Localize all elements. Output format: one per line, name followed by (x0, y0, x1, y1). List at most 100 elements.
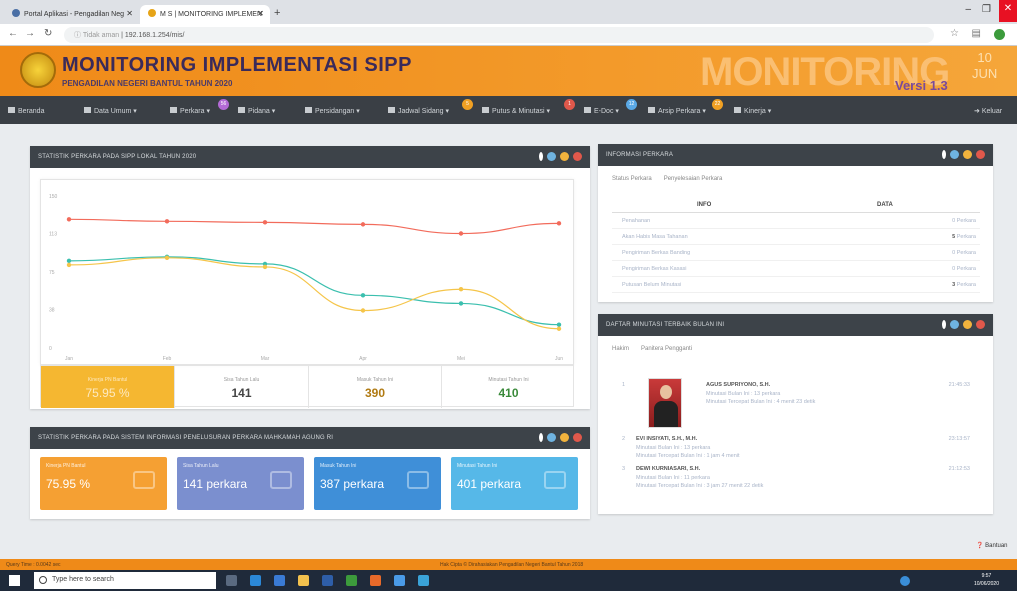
calendar-icon (305, 107, 312, 113)
info-icon[interactable] (942, 320, 946, 329)
info-icon[interactable] (539, 433, 543, 442)
refresh-icon[interactable] (547, 433, 556, 442)
menu-item-jadwal-sidang[interactable]: Jadwal Sidang ▾ (388, 107, 449, 115)
card-label: Kinerja PN Bantul (46, 463, 86, 469)
taskbar-clock[interactable]: 9:57 10/06/2020 (974, 572, 999, 588)
list-item[interactable]: 3 DEWI KURNIASARI, S.H. Minutasi Bulan I… (612, 466, 980, 494)
help-button[interactable]: ❓ Bantuan (976, 542, 1008, 549)
row-value: 0 Perkara (952, 266, 976, 272)
menu-item-beranda[interactable]: Beranda (8, 107, 44, 115)
browser-tab[interactable]: Portal Aplikasi - Pengadilan Neg ✕ (4, 5, 139, 24)
menu-item-persidangan[interactable]: Persidangan ▾ (305, 107, 360, 115)
network-icon[interactable] (900, 576, 910, 586)
info-icon[interactable] (942, 150, 946, 159)
row-unit: 0 Perkara (952, 250, 976, 256)
query-time: Query Time : 0.0042 sec (6, 562, 61, 568)
menu-label: Beranda (18, 108, 45, 115)
table-row[interactable]: Pengiriman Berkas Banding 0 Perkara (612, 245, 980, 261)
menu-badge: 1 (564, 99, 575, 110)
list-item[interactable]: 2 EVI INSIYATI, S.H., M.H. Minutasi Bula… (612, 436, 980, 464)
refresh-icon[interactable] (547, 152, 556, 161)
firefox-icon[interactable] (370, 575, 381, 586)
close-tab-icon[interactable]: ✕ (257, 9, 264, 18)
close-tab-icon[interactable]: ✕ (126, 9, 133, 18)
word-icon[interactable] (322, 575, 333, 586)
archive-icon (648, 107, 655, 113)
court-logo (20, 52, 56, 88)
app-icon[interactable] (418, 575, 429, 586)
data-point (262, 220, 268, 225)
data-point (458, 231, 464, 236)
close-icon[interactable] (976, 150, 985, 159)
close-icon[interactable] (976, 320, 985, 329)
taskbar-search-input[interactable]: Type here to search (34, 572, 216, 589)
data-point (360, 222, 366, 227)
menu-item-kinerja[interactable]: Kinerja ▾ (734, 107, 771, 115)
stat-label: Sisa Tahun Lalu (223, 377, 260, 383)
close-icon[interactable] (573, 152, 582, 161)
tab-hakim[interactable]: Hakim (612, 346, 629, 352)
row-value: 0 Perkara (952, 250, 976, 256)
collapse-icon[interactable] (560, 433, 569, 442)
url-input[interactable]: ⓘ Tidak aman | 192.168.1.254/mis/ (64, 27, 934, 43)
chrome-icon[interactable] (394, 575, 405, 586)
table-row[interactable]: Pengiriman Berkas Kasasi 0 Perkara (612, 261, 980, 277)
new-tab-icon[interactable]: + (274, 7, 280, 19)
back-icon[interactable]: ← (8, 28, 18, 39)
collapse-icon[interactable] (963, 320, 972, 329)
browser-tab-active[interactable]: M S | MONITORING IMPLEMEN ✕ (140, 5, 270, 24)
table-row[interactable]: Putusan Belum Minutasi 3 Perkara (612, 277, 980, 293)
menu-item-arsip-perkara[interactable]: Arsip Perkara ▾ (648, 107, 706, 115)
panel-header: INFORMASI PERKARA (598, 144, 993, 166)
menu-item-pidana[interactable]: Pidana ▾ (238, 107, 275, 115)
panel-minutasi-terbaik: DAFTAR MINUTASI TERBAIK BULAN INI Hakim P… (598, 314, 993, 514)
tab-panitera-pengganti[interactable]: Panitera Pengganti (641, 346, 692, 352)
collapse-icon[interactable] (963, 150, 972, 159)
x-tick-label: Mar (261, 356, 270, 362)
forward-icon[interactable]: → (25, 28, 35, 39)
data-point (556, 326, 562, 331)
reload-icon[interactable]: ↻ (44, 28, 52, 39)
row-unit: Perkara (956, 234, 976, 240)
row-value: 3 Perkara (952, 282, 976, 288)
maximize-icon[interactable]: ❐ (982, 4, 991, 15)
tab-penyelesaian-perkara[interactable]: Penyelesaian Perkara (664, 176, 723, 182)
minimize-icon[interactable]: – (965, 4, 971, 15)
task-view-icon[interactable] (226, 575, 237, 586)
store-icon[interactable] (274, 575, 285, 586)
gear-icon (544, 471, 566, 489)
globe-icon (12, 9, 20, 17)
star-icon[interactable]: ☆ (950, 28, 959, 39)
explorer-icon[interactable] (298, 575, 309, 586)
close-window-icon[interactable]: ✕ (999, 0, 1017, 22)
windows-start-icon[interactable] (9, 575, 20, 586)
edge-icon[interactable] (250, 575, 261, 586)
refresh-icon[interactable] (950, 150, 959, 159)
info-icon[interactable] (539, 152, 543, 161)
table-row[interactable]: Penahanan 0 Perkara (612, 213, 980, 229)
menu-item-e-doc[interactable]: E-Doc ▾ (584, 107, 619, 115)
menu-item-data-umum[interactable]: Data Umum ▾ (84, 107, 137, 115)
extension-icon[interactable]: ▤ (972, 28, 981, 39)
series-line-1 (68, 256, 560, 326)
row-count: 3 (952, 282, 956, 288)
item-detail: Minutasi Bulan Ini : 13 perkara (706, 391, 781, 397)
arrow-icon (270, 471, 292, 489)
collapse-icon[interactable] (560, 152, 569, 161)
logout-button[interactable]: ➜ Keluar (974, 107, 1002, 115)
profile-icon[interactable] (994, 29, 1005, 40)
close-icon[interactable] (573, 433, 582, 442)
table-row[interactable]: Akan Habis Masa Tahanan 5 Perkara (612, 229, 980, 245)
help-icon: ❓ (976, 543, 984, 549)
tab-status-perkara[interactable]: Status Perkara (612, 176, 652, 182)
x-tick-label: Mei (457, 356, 465, 362)
excel-icon[interactable] (346, 575, 357, 586)
refresh-icon[interactable] (950, 320, 959, 329)
list-item[interactable]: 1 AGUS SUPRIYONO, S.H. Minutasi Bulan In… (612, 378, 980, 432)
menu-item-perkara[interactable]: Perkara ▾ (170, 107, 210, 115)
stat-label: Kinerja PN Bantul (87, 377, 128, 383)
url-text: 192.168.1.254/mis/ (124, 32, 185, 39)
item-time: 21:12:53 (948, 466, 970, 472)
menu-item-putus-minutasi[interactable]: Putus & Minutasi ▾ (482, 107, 550, 115)
date-month: JUN (972, 66, 998, 81)
